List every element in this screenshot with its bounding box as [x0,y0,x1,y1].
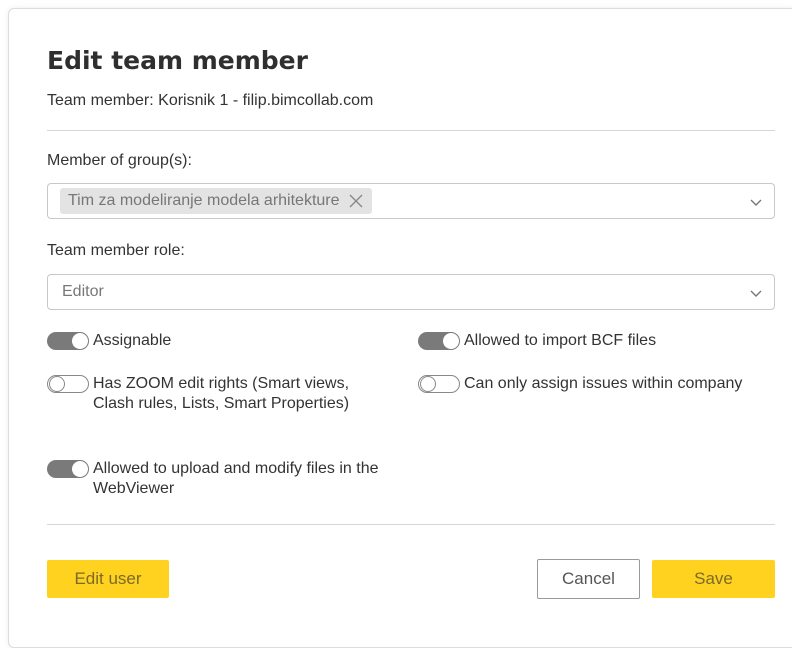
team-member-subtitle: Team member: Korisnik 1 - filip.bimcolla… [47,92,374,109]
toggle-row-assignable: Assignable [47,331,377,351]
chevron-down-icon[interactable] [748,285,764,301]
assign-within-company-label: Can only assign issues within company [464,375,743,392]
zoom-edit-label: Has ZOOM edit rights (Smart views, Clash… [93,375,350,412]
role-select-value: Editor [62,283,104,300]
group-chip-label: Tim za modeliranje modela arhitekture [68,192,340,209]
toggle-row-import-bcf: Allowed to import BCF files [418,331,758,351]
assignable-toggle[interactable] [47,332,89,350]
divider-top [47,130,775,131]
role-label: Team member role: [47,242,185,259]
import-bcf-toggle[interactable] [418,332,460,350]
role-select[interactable]: Editor [47,274,775,310]
assignable-label: Assignable [93,332,172,349]
toggle-row-zoom-edit: Has ZOOM edit rights (Smart views, Clash… [47,374,377,414]
groups-label: Member of group(s): [47,152,192,169]
toggle-row-upload-files: Allowed to upload and modify files in th… [47,459,387,499]
remove-chip-icon[interactable] [348,193,364,209]
dialog-title: Edit team member [47,46,308,75]
chevron-down-icon[interactable] [748,194,764,210]
group-chip: Tim za modeliranje modela arhitekture [60,188,372,214]
zoom-edit-toggle[interactable] [47,375,89,393]
cancel-button[interactable]: Cancel [537,559,640,599]
assign-within-company-toggle[interactable] [418,375,460,393]
toggle-row-assign-within-company: Can only assign issues within company [418,374,748,394]
edit-team-member-dialog: Edit team member Team member: Korisnik 1… [8,8,792,648]
upload-files-label: Allowed to upload and modify files in th… [93,460,379,497]
import-bcf-label: Allowed to import BCF files [464,332,657,349]
upload-files-toggle[interactable] [47,460,89,478]
divider-bottom [47,524,775,525]
groups-multiselect[interactable]: Tim za modeliranje modela arhitekture [47,183,775,219]
save-button[interactable]: Save [652,560,775,598]
edit-user-button[interactable]: Edit user [47,560,169,598]
